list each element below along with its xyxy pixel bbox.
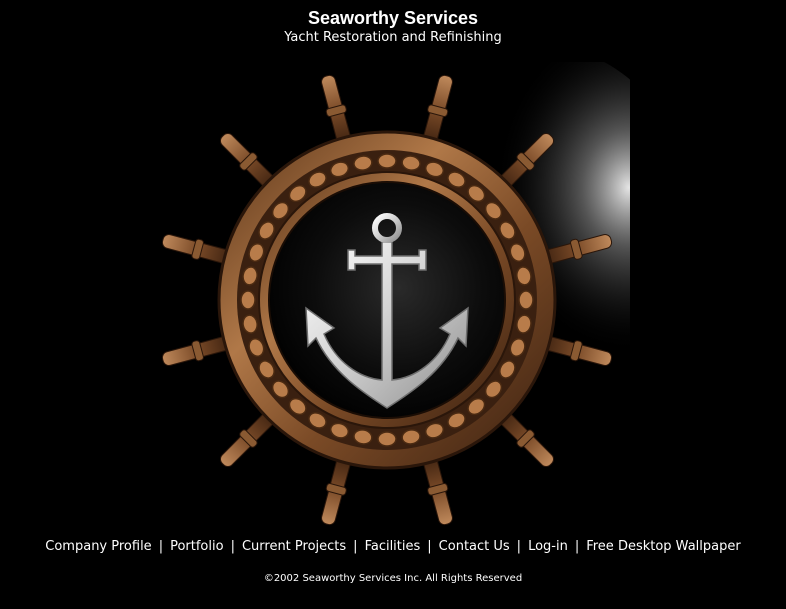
wheel-bead xyxy=(240,290,256,310)
nav-free-desktop-wallpaper[interactable]: Free Desktop Wallpaper xyxy=(586,539,741,554)
nav-separator: | xyxy=(574,539,580,554)
nav-separator: | xyxy=(158,539,164,554)
nav-log-in[interactable]: Log-in xyxy=(528,539,568,554)
nav-separator: | xyxy=(230,539,235,554)
site-subtitle: Yacht Restoration and Refinishing xyxy=(284,30,502,45)
ships-wheel-icon xyxy=(150,62,630,532)
main-nav: Company Profile | Portfolio | Current Projec… xyxy=(0,538,786,556)
hero-emblem xyxy=(150,62,630,532)
copyright-notice: ©2002 Seaworthy Services Inc. All Rights… xyxy=(263,573,523,584)
nav-separator: | xyxy=(353,539,358,554)
nav-separator: | xyxy=(427,539,432,554)
site-header: Seaworthy Services Yacht Restoration and… xyxy=(0,6,786,46)
nav-contact-us[interactable]: Contact Us xyxy=(439,539,510,554)
nav-company-profile[interactable]: Company Profile xyxy=(45,539,151,554)
nav-separator: | xyxy=(516,539,522,554)
wheel-bead xyxy=(377,431,397,447)
wheel-bead xyxy=(518,290,534,310)
nav-current-projects[interactable]: Current Projects xyxy=(242,539,346,554)
nav-portfolio[interactable]: Portfolio xyxy=(170,539,223,554)
wheel-bead xyxy=(377,153,397,169)
nav-facilities[interactable]: Facilities xyxy=(365,539,421,554)
site-title: Seaworthy Services xyxy=(307,8,479,28)
